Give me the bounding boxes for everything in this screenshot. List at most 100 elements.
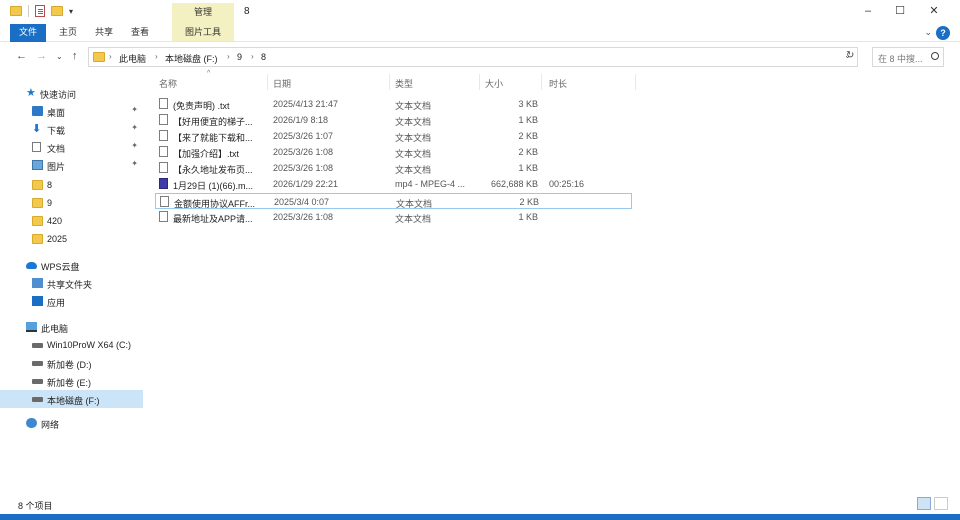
- close-button[interactable]: ✕: [924, 3, 944, 19]
- sidebar-item-label: 8: [47, 180, 53, 190]
- file-date: 2025/3/26 1:07: [273, 131, 334, 141]
- file-date: 2025/3/26 1:08: [273, 147, 334, 157]
- new-folder-icon[interactable]: [51, 6, 63, 16]
- download-icon: ⬇: [32, 123, 42, 135]
- large-icons-view-button[interactable]: [934, 497, 948, 510]
- network-icon: [26, 418, 37, 428]
- video-file-icon: [159, 178, 168, 189]
- expand-ribbon-chevron-icon[interactable]: ⌄: [924, 27, 932, 38]
- sidebar-item-label: 桌面: [47, 108, 66, 118]
- sidebar-item-folder-9[interactable]: 9: [0, 194, 143, 212]
- tab-share[interactable]: 共享: [88, 24, 120, 42]
- refresh-icon[interactable]: ↻: [846, 50, 854, 61]
- text-file-icon: [160, 196, 169, 207]
- tab-view[interactable]: 查看: [124, 24, 156, 42]
- breadcrumb-drive-f[interactable]: 本地磁盘 (F:): [165, 52, 218, 65]
- table-row[interactable]: 【好用便宜的梯子... 2026/1/9 8:18 文本文档 1 KB: [155, 112, 635, 128]
- pictures-icon: [32, 160, 43, 170]
- customize-toolbar-chevron-icon[interactable]: ▾: [69, 7, 73, 16]
- text-file-icon: [159, 146, 168, 157]
- tab-home[interactable]: 主页: [52, 24, 84, 42]
- breadcrumb-separator-icon: ›: [155, 52, 158, 61]
- sidebar-item-desktop[interactable]: 桌面 ✦: [0, 102, 143, 120]
- sidebar-item-this-pc[interactable]: 此电脑: [0, 318, 143, 336]
- tab-file[interactable]: 文件: [10, 24, 46, 42]
- column-header-date[interactable]: 日期: [273, 77, 291, 90]
- maximize-button[interactable]: ☐: [890, 3, 910, 19]
- pin-icon[interactable]: ✦: [131, 141, 138, 150]
- file-type: mp4 - MPEG-4 ...: [395, 179, 466, 189]
- table-row[interactable]: 金额使用协议AFFr... 2025/3/4 0:07 文本文档 2 KB: [155, 193, 632, 209]
- text-file-icon: [159, 114, 168, 125]
- sidebar-item-network[interactable]: 网络: [0, 414, 143, 432]
- sidebar-item-drive-f[interactable]: 本地磁盘 (F:): [0, 390, 143, 408]
- search-placeholder: 在 8 中搜...: [878, 54, 923, 64]
- forward-arrow-icon[interactable]: →: [36, 50, 47, 62]
- sidebar-item-label: 图片: [47, 162, 66, 172]
- sidebar-item-label: WPS云盘: [41, 262, 80, 272]
- help-button[interactable]: ?: [936, 26, 950, 40]
- sidebar-item-drive-d[interactable]: 新加卷 (D:): [0, 354, 143, 372]
- navigation-pane: ★ 快速访问 桌面 ✦ ⬇ 下载 ✦ 文档 ✦ 图片 ✦ 8 9 420 202…: [0, 74, 155, 494]
- folder-icon: [93, 52, 105, 62]
- sidebar-item-folder-8[interactable]: 8: [0, 176, 143, 194]
- tab-picture-tools[interactable]: 图片工具: [172, 24, 234, 42]
- breadcrumb-folder-9[interactable]: 9: [237, 52, 242, 62]
- sidebar-item-wps-cloud[interactable]: WPS云盘: [0, 256, 143, 274]
- sidebar-item-label: 应用: [47, 298, 66, 308]
- sidebar-item-label: 共享文件夹: [47, 280, 93, 290]
- documents-icon: [32, 142, 41, 152]
- sidebar-item-label: 快速访问: [40, 90, 77, 100]
- sidebar-item-drive-e[interactable]: 新加卷 (E:): [0, 372, 143, 390]
- sidebar-item-documents[interactable]: 文档 ✦: [0, 138, 143, 156]
- table-row[interactable]: 【加强介绍】.txt 2025/3/26 1:08 文本文档 2 KB: [155, 144, 635, 160]
- explorer-window: ▾ 管理 8 – ☐ ✕ 文件 主页 共享 查看 图片工具 ⌄ ? ← → ⌄ …: [0, 0, 960, 520]
- breadcrumb-folder-8[interactable]: 8: [261, 52, 266, 62]
- tab-manage[interactable]: 管理: [172, 3, 234, 24]
- folder-icon[interactable]: [10, 6, 22, 16]
- pin-icon[interactable]: ✦: [131, 123, 138, 132]
- shared-folder-icon: [32, 278, 43, 288]
- folder-icon: [32, 180, 43, 190]
- table-row[interactable]: 【永久地址发布页... 2025/3/26 1:08 文本文档 1 KB: [155, 160, 635, 176]
- pin-icon[interactable]: ✦: [131, 105, 138, 114]
- file-size: 662,688 KB: [490, 179, 538, 189]
- search-input[interactable]: 在 8 中搜...: [872, 47, 944, 67]
- back-arrow-icon[interactable]: ←: [16, 50, 27, 62]
- column-header-name[interactable]: 名称: [159, 77, 177, 90]
- details-view-button[interactable]: [917, 497, 931, 510]
- column-header-duration[interactable]: 时长: [549, 77, 567, 90]
- address-bar[interactable]: › 此电脑 › 本地磁盘 (F:) › 9 › 8 ⌄: [88, 47, 858, 67]
- pin-icon[interactable]: ✦: [131, 159, 138, 168]
- sidebar-item-drive-c[interactable]: Win10ProW X64 (C:): [0, 336, 143, 354]
- sidebar-item-downloads[interactable]: ⬇ 下载 ✦: [0, 120, 143, 138]
- table-row[interactable]: (免责声明) .txt 2025/4/13 21:47 文本文档 3 KB: [155, 96, 635, 112]
- up-arrow-icon[interactable]: ↑: [72, 50, 78, 62]
- minimize-button[interactable]: –: [858, 3, 878, 19]
- file-date: 2025/3/26 1:08: [273, 212, 334, 222]
- divider: [28, 5, 29, 17]
- file-date: 2025/3/26 1:08: [273, 163, 334, 173]
- sidebar-item-label: 9: [47, 198, 53, 208]
- drive-icon: [32, 361, 43, 366]
- sidebar-item-apps[interactable]: 应用: [0, 292, 143, 310]
- divider: [635, 74, 636, 90]
- divider: [541, 74, 542, 90]
- table-row[interactable]: 1月29日 (1)(66).m... 2026/1/29 22:21 mp4 -…: [155, 176, 635, 192]
- quick-access-toolbar: ▾: [10, 5, 73, 17]
- file-size: 3 KB: [518, 99, 538, 109]
- recent-locations-chevron-icon[interactable]: ⌄: [56, 52, 63, 61]
- table-row[interactable]: 最新地址及APP请... 2025/3/26 1:08 文本文档 1 KB: [155, 209, 635, 225]
- sidebar-item-label: 420: [47, 216, 63, 226]
- column-header-size[interactable]: 大小: [485, 77, 503, 90]
- properties-icon[interactable]: [35, 5, 45, 17]
- sidebar-item-folder-2025[interactable]: 2025: [0, 230, 143, 248]
- sidebar-item-shared-folder[interactable]: 共享文件夹: [0, 274, 143, 292]
- file-type: 文本文档: [395, 165, 432, 175]
- table-row[interactable]: 【来了就能下载和... 2025/3/26 1:07 文本文档 2 KB: [155, 128, 635, 144]
- column-header-type[interactable]: 类型: [395, 77, 413, 90]
- breadcrumb-this-pc[interactable]: 此电脑: [119, 52, 146, 65]
- sidebar-item-pictures[interactable]: 图片 ✦: [0, 156, 143, 174]
- sidebar-item-quick-access[interactable]: ★ 快速访问: [0, 84, 143, 102]
- sidebar-item-folder-420[interactable]: 420: [0, 212, 143, 230]
